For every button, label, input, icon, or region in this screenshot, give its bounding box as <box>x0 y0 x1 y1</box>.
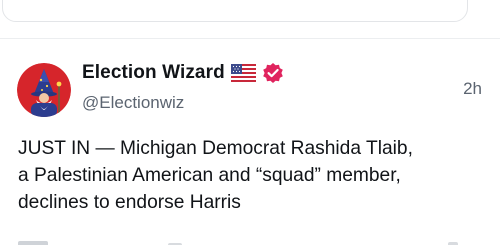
verified-badge-icon <box>262 62 284 84</box>
post-text-line: JUST IN — Michigan Democrat Rashida Tlai… <box>18 138 413 159</box>
post-divider <box>0 38 500 39</box>
author-handle[interactable]: @Electionwiz <box>82 93 184 113</box>
post-text-line: declines to endorse Harris <box>18 192 241 213</box>
author-name-row: Election Wizard <box>82 60 284 86</box>
post-timestamp[interactable]: 2h <box>463 79 482 99</box>
post-text-line: a Palestinian American and “squad” membe… <box>18 165 401 186</box>
us-flag-icon <box>230 64 256 82</box>
post-text: JUST IN — Michigan Democrat Rashida Tlai… <box>18 135 493 216</box>
next-line-fragment <box>18 238 488 245</box>
wizard-avatar-icon[interactable] <box>17 63 71 117</box>
previous-post-card <box>2 0 468 22</box>
author-display-name[interactable]: Election Wizard <box>82 62 225 84</box>
